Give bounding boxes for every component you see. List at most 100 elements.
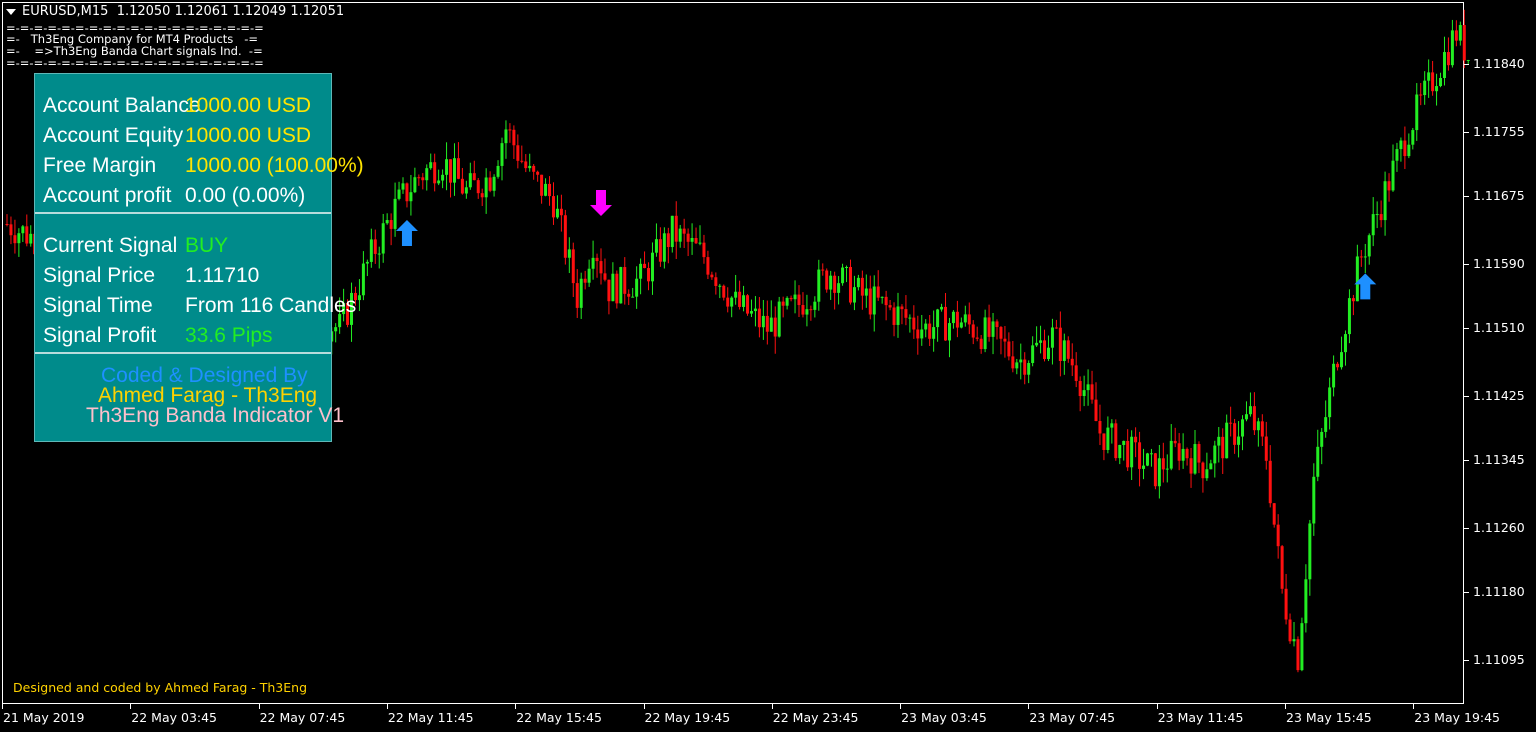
account-equity-value: 1000.00 USD xyxy=(185,124,312,147)
bear-candle xyxy=(666,227,670,264)
bear-candle xyxy=(1003,326,1007,358)
bear-candle xyxy=(1264,421,1268,470)
bull-candle xyxy=(1450,19,1454,68)
y-axis-tick xyxy=(1464,132,1469,133)
bear-candle xyxy=(1379,200,1383,228)
bear-candle xyxy=(928,314,932,347)
bear-candle xyxy=(1177,433,1181,471)
bear-candle xyxy=(797,285,801,317)
bear-candle xyxy=(888,299,892,311)
bear-candle xyxy=(789,295,793,302)
bull-candle xyxy=(793,280,797,314)
bull-candle xyxy=(864,274,868,308)
bear-candle xyxy=(548,176,552,206)
y-axis-label: 1.11180 xyxy=(1473,584,1525,599)
bear-candle xyxy=(1197,441,1201,474)
bear-candle xyxy=(571,242,575,298)
bull-candle xyxy=(1142,448,1146,480)
bear-candle xyxy=(765,300,769,345)
x-axis-label: 22 May 15:45 xyxy=(516,710,602,725)
bear-candle xyxy=(1185,447,1189,466)
y-axis-tick xyxy=(1464,528,1469,529)
bear-candle xyxy=(389,213,393,246)
bull-candle xyxy=(381,213,385,263)
signal-price-value: 1.11710 xyxy=(185,264,260,287)
bull-candle xyxy=(1316,429,1320,482)
bull-candle xyxy=(639,258,643,295)
bear-candle xyxy=(825,268,829,293)
x-axis-label: 21 May 2019 xyxy=(3,710,85,725)
bull-candle xyxy=(829,270,833,300)
bull-candle xyxy=(555,195,559,219)
bear-candle xyxy=(25,214,29,247)
bear-candle xyxy=(757,297,761,338)
bull-candle xyxy=(769,300,773,332)
bull-candle xyxy=(401,177,405,194)
bull-candle xyxy=(393,182,397,237)
bull-candle xyxy=(1213,440,1217,478)
bear-candle xyxy=(449,159,453,198)
bear-candle xyxy=(421,173,425,190)
bear-candle xyxy=(433,153,437,192)
bull-candle xyxy=(940,303,944,312)
bear-candle xyxy=(979,335,983,354)
bull-candle xyxy=(1395,142,1399,172)
bear-candle xyxy=(540,174,544,204)
bull-candle xyxy=(1145,452,1149,467)
bull-candle xyxy=(817,259,821,311)
bull-candle xyxy=(1355,244,1359,302)
bull-candle xyxy=(1244,401,1248,422)
x-axis-tick xyxy=(130,704,132,709)
bull-candle xyxy=(587,259,591,287)
bull-candle xyxy=(1110,419,1114,444)
x-axis-label: 22 May 23:45 xyxy=(772,710,859,725)
bear-candle xyxy=(904,295,908,326)
bull-candle xyxy=(1086,369,1090,406)
bear-candle xyxy=(1229,406,1233,437)
bull-candle xyxy=(579,272,583,319)
x-axis-tick xyxy=(2,704,3,709)
bull-candle xyxy=(385,213,389,225)
bull-candle xyxy=(1157,444,1161,499)
bear-candle xyxy=(1403,126,1407,170)
bear-candle xyxy=(809,305,813,321)
bear-candle xyxy=(1336,361,1340,371)
bull-candle xyxy=(357,279,361,311)
bull-candle xyxy=(567,237,571,274)
bull-candle xyxy=(437,169,441,186)
x-axis-tick xyxy=(258,704,260,709)
bear-candle xyxy=(603,258,607,282)
bull-candle xyxy=(619,266,623,304)
bear-candle xyxy=(1153,453,1157,490)
bull-candle xyxy=(369,228,373,268)
y-axis-tick xyxy=(1464,328,1469,329)
bear-candle xyxy=(583,270,587,290)
bull-candle xyxy=(1300,617,1304,672)
bull-candle xyxy=(29,225,33,247)
bear-candle xyxy=(801,292,805,318)
bull-candle xyxy=(1371,197,1375,247)
bull-candle xyxy=(1106,416,1110,454)
bull-candle xyxy=(837,276,841,305)
bull-candle xyxy=(991,313,995,355)
bull-candle xyxy=(777,296,781,338)
y-axis-tick xyxy=(1464,660,1469,661)
bull-candle xyxy=(1304,564,1308,633)
bear-candle xyxy=(1070,343,1074,377)
bull-candle xyxy=(856,274,860,291)
bull-candle xyxy=(1130,430,1134,480)
bull-candle xyxy=(429,153,433,170)
bear-candle xyxy=(647,262,651,291)
dropdown-triangle-icon[interactable] xyxy=(6,8,16,15)
bear-candle xyxy=(623,257,627,305)
y-axis-label: 1.11675 xyxy=(1473,188,1525,203)
bear-candle xyxy=(726,287,730,313)
bull-candle xyxy=(1347,289,1351,344)
bull-candle xyxy=(1118,444,1122,465)
bear-candle xyxy=(1078,376,1082,412)
bear-candle xyxy=(1288,613,1292,644)
bear-candle xyxy=(876,270,880,301)
bull-candle xyxy=(1458,21,1462,46)
bear-candle xyxy=(773,306,777,354)
bear-candle xyxy=(520,145,524,164)
